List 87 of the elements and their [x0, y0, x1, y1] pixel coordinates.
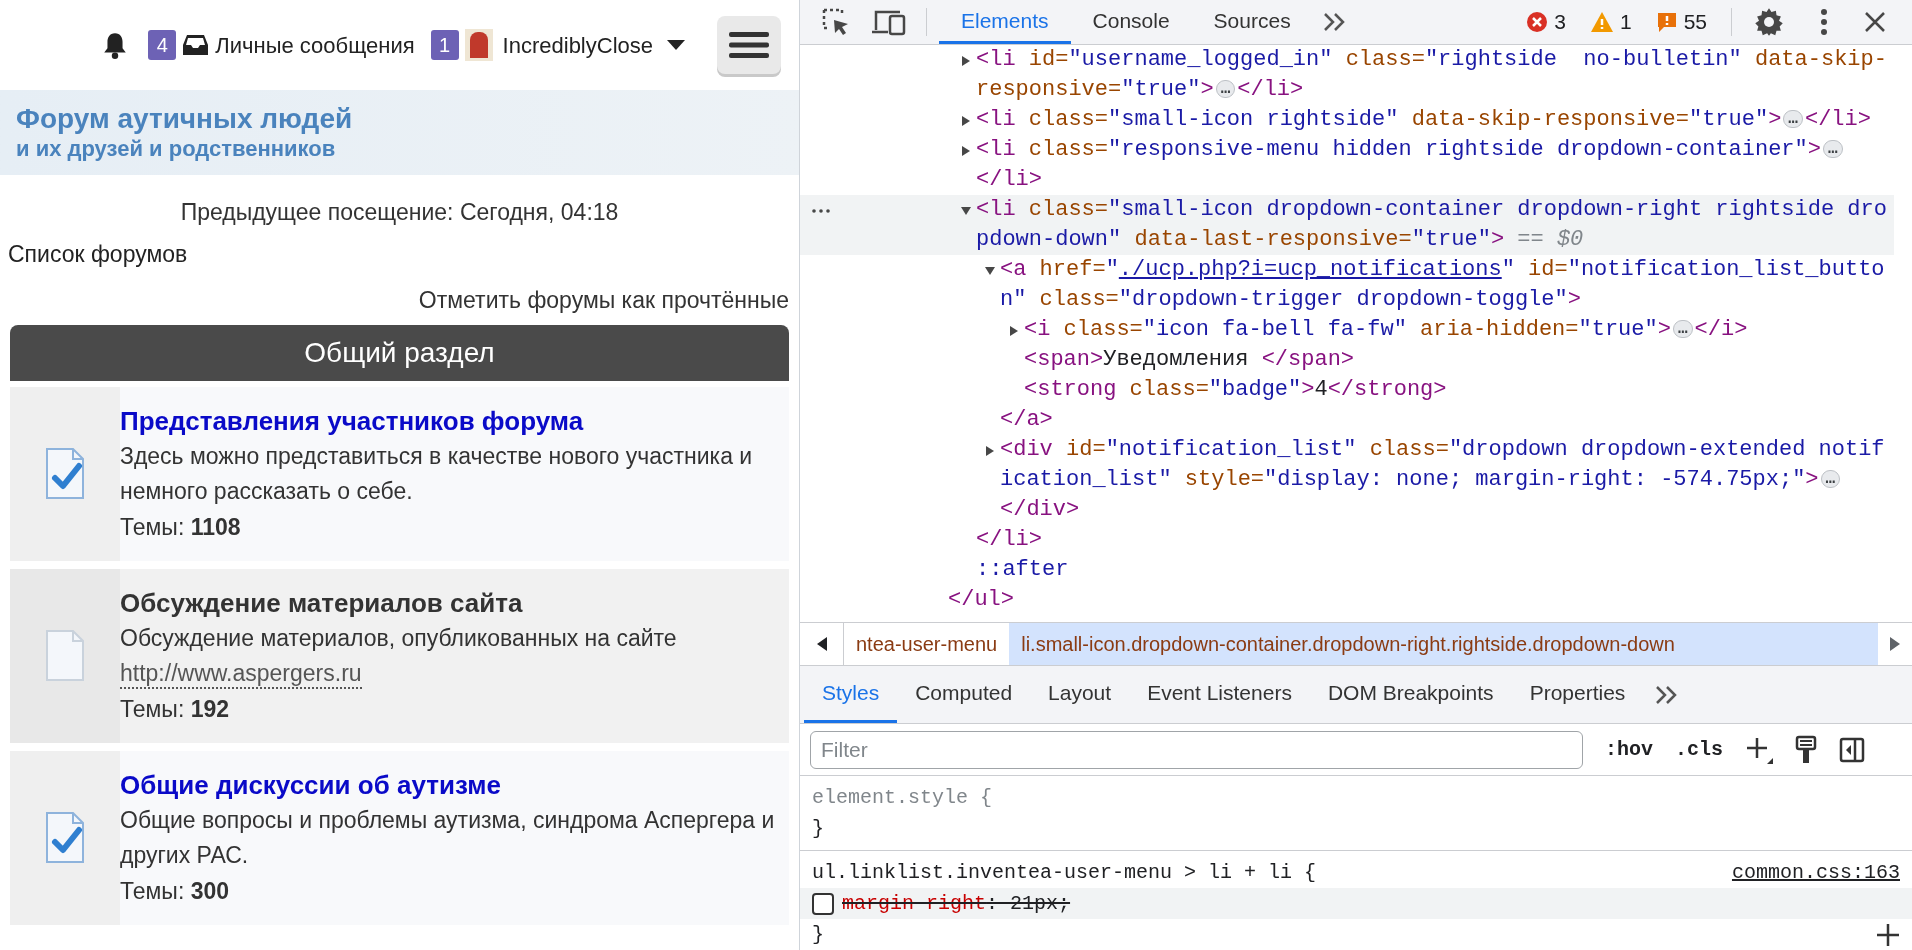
property-checkbox[interactable]: [812, 892, 834, 915]
closing-brace: }: [812, 922, 824, 948]
dom-node[interactable]: <strong class="badge">4</strong>: [1024, 375, 1894, 405]
css-property: margin-right: 21px;: [842, 891, 1071, 917]
devtools-tab[interactable]: Elements: [939, 0, 1071, 44]
dom-node[interactable]: ::after: [976, 555, 1894, 585]
expand-triangle-icon[interactable]: [960, 205, 972, 217]
username-link[interactable]: IncrediblyClose: [502, 28, 653, 62]
chevrons-icon[interactable]: [1322, 12, 1347, 32]
triangle-left-icon: [816, 637, 827, 651]
mark-read-link[interactable]: Отметить форумы как прочтённые: [418, 275, 789, 325]
source-link[interactable]: common.css:163: [1731, 857, 1900, 888]
bell-icon[interactable]: [102, 31, 129, 59]
styles-tab[interactable]: Properties: [1511, 666, 1644, 723]
hover-state-button[interactable]: :hov: [1605, 734, 1653, 765]
css-selector: ul.linklist.inventea-user-menu > li + li {: [812, 860, 1317, 886]
dom-node[interactable]: <li id="username_logged_in" class="rightside no-bulletin" data-skip-responsive="true"> … </li>: [976, 45, 1894, 105]
topics-count: Темы: 1108: [120, 513, 242, 542]
forum-description: Общие вопросы и проблемы аутизма, синдрома Аспергера и других РАС.: [120, 806, 776, 870]
styles-tab[interactable]: DOM Breakpoints: [1309, 666, 1512, 723]
issue-icon[interactable]: [1655, 11, 1678, 33]
warning-count: 1: [1619, 9, 1632, 36]
styles-tab[interactable]: Computed: [897, 666, 1031, 723]
expand-triangle-icon[interactable]: [1008, 325, 1020, 337]
dom-node[interactable]: </a>: [1000, 405, 1894, 435]
add-property-icon[interactable]: [1876, 922, 1900, 947]
more-options-icon[interactable]: [1820, 9, 1828, 35]
forum-title-link[interactable]: Обсуждение материалов сайта: [120, 585, 781, 621]
forum-title-link[interactable]: Общие дискуссии об аутизме: [120, 767, 781, 803]
document-check-icon: [45, 812, 85, 864]
styles-tab[interactable]: Event Listeners: [1129, 666, 1310, 723]
closing-brace: }: [812, 816, 824, 842]
devtools-tab[interactable]: Sources: [1191, 0, 1313, 44]
document-check-icon: [45, 448, 85, 500]
styles-tab[interactable]: Styles: [804, 666, 898, 723]
paint-roller-icon[interactable]: [1795, 734, 1818, 765]
error-icon[interactable]: [1526, 11, 1549, 33]
site-link[interactable]: http://www.aspergers.ru: [120, 659, 362, 689]
more-icon[interactable]: [812, 209, 830, 213]
forum-title-link[interactable]: Представления участников форума: [120, 403, 781, 439]
messages-badge: 1: [430, 30, 459, 60]
dom-node[interactable]: <li class="responsive-menu hidden rightside dropdown-container"> … </li>: [976, 135, 1894, 195]
notification-badge: 4: [148, 30, 177, 60]
breadcrumb-item[interactable]: ntea-user-menu: [844, 623, 1010, 665]
forum-description: Здесь можно представиться в качестве нового участника и немного рассказать о себе.: [120, 442, 754, 506]
dom-node[interactable]: <li class="small-icon rightside" data-skip-responsive="true"> … </li>: [976, 105, 1894, 135]
add-rule-icon[interactable]: [1745, 735, 1774, 764]
messages-link[interactable]: Личные сообщения: [215, 28, 415, 62]
caret-icon[interactable]: [667, 40, 685, 50]
css-selector: element.style {: [812, 785, 993, 811]
forum-description: Обсуждение материалов, опубликованных на сайте http://www.aspergers.ru: [120, 621, 781, 691]
inbox-icon[interactable]: [182, 34, 210, 56]
error-count: 3: [1554, 9, 1566, 36]
settings-icon[interactable]: [1754, 7, 1784, 37]
expand-triangle-icon[interactable]: [960, 145, 972, 157]
last-visit-text: Предыдущее посещение: Сегодня, 04:18: [179, 198, 620, 227]
inspect-element-icon[interactable]: [822, 8, 850, 36]
issue-count: 55: [1683, 9, 1707, 36]
topics-count: Темы: 300: [120, 877, 231, 906]
expand-triangle-icon[interactable]: [984, 265, 996, 277]
dom-node[interactable]: </li>: [976, 525, 1894, 555]
topics-count: Темы: 192: [120, 695, 231, 724]
breadcrumb-item[interactable]: li.small-icon.dropdown-container.dropdown-right.rightside.dropdown-down: [1009, 623, 1878, 665]
logo-title: Форум аутичных людей: [16, 102, 354, 135]
expand-triangle-icon[interactable]: [984, 445, 996, 457]
document-icon: [45, 630, 85, 682]
dom-node[interactable]: </ul>: [948, 585, 1894, 615]
menu-icon: [729, 32, 769, 58]
sidebar-toggle-icon[interactable]: [1839, 736, 1866, 763]
device-toggle-icon[interactable]: [872, 8, 906, 36]
menu-button[interactable]: [717, 16, 781, 74]
logo-subtitle: и их друзей и родственников: [16, 134, 337, 163]
category-header: Общий раздел: [10, 325, 789, 381]
expand-triangle-icon[interactable]: [960, 55, 972, 67]
dom-node[interactable]: <div id="notification_list" class="dropdown dropdown-extended notification_list" style="display: none; margin-right: -574.75px;"> … </div>: [1000, 435, 1894, 525]
filter-input[interactable]: Filter: [810, 730, 1583, 769]
dom-node[interactable]: <i class="icon fa-bell fa-fw" aria-hidden="true"> … </i>: [1024, 315, 1894, 345]
breadcrumb-link[interactable]: Список форумов: [8, 229, 188, 275]
devtools-tab[interactable]: Console: [1070, 0, 1192, 44]
dom-node[interactable]: <a href="./ucp.php?i=ucp_notifications" id="notification_list_button" class="dropdown-trigger dropdown-toggle">: [1000, 255, 1894, 315]
expand-triangle-icon[interactable]: [960, 115, 972, 127]
class-button[interactable]: .cls: [1675, 734, 1724, 765]
dom-node[interactable]: <span>Уведомления </span>: [1024, 345, 1894, 375]
close-icon[interactable]: [1864, 11, 1886, 33]
avatar: [464, 29, 493, 61]
triangle-right-icon[interactable]: [1890, 637, 1900, 651]
styles-tab[interactable]: Layout: [1030, 666, 1130, 723]
